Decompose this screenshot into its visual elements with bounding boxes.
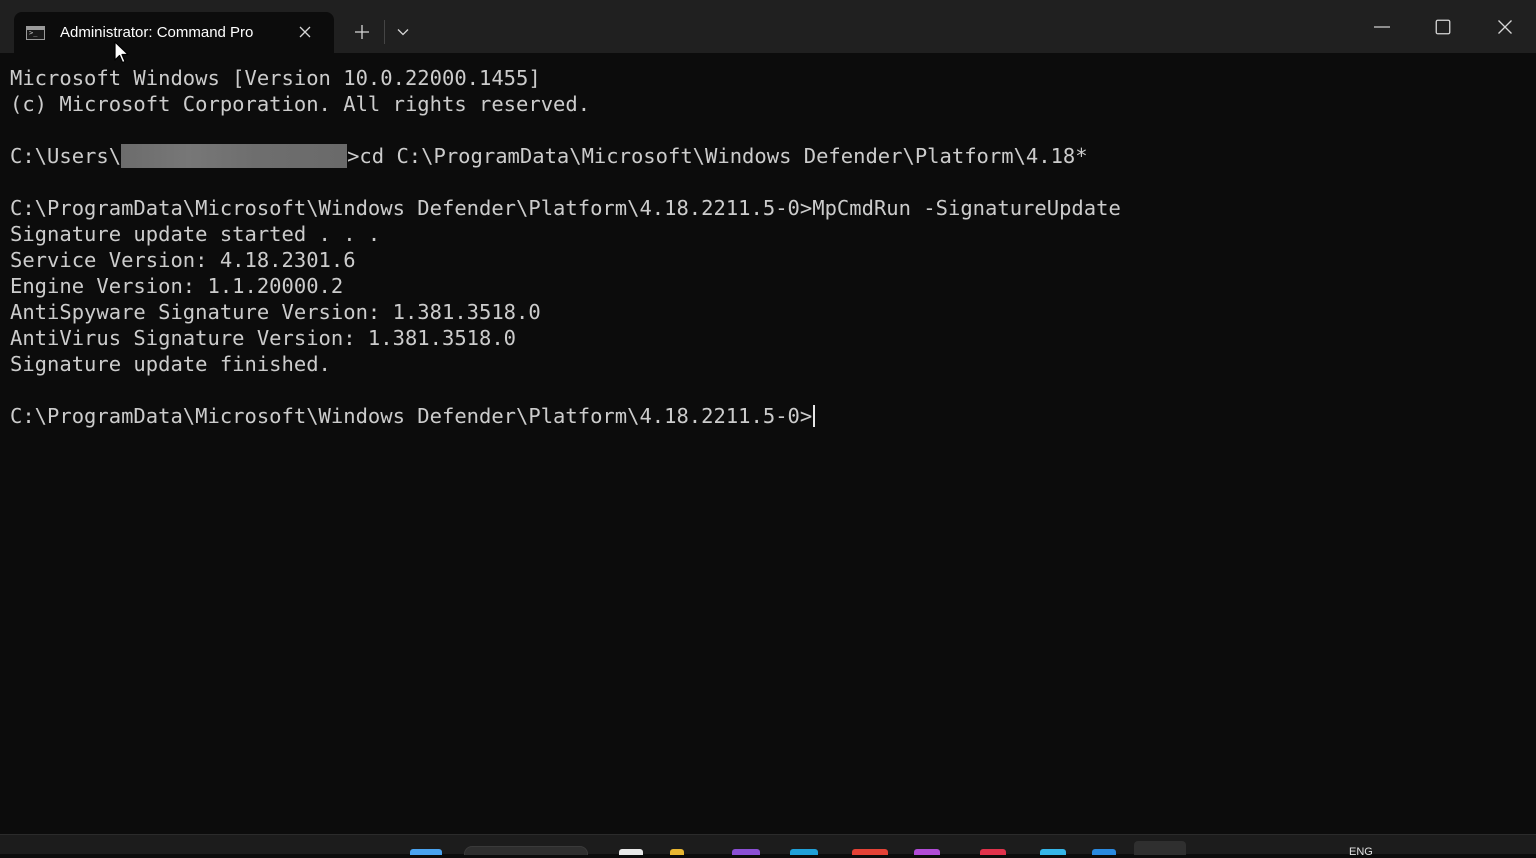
tab-dropdown-button[interactable] xyxy=(392,20,414,44)
console-line: Signature update started . . . xyxy=(10,222,381,246)
console-line: C:\ProgramData\Microsoft\Windows Defende… xyxy=(10,196,1121,220)
app-icon[interactable] xyxy=(732,849,760,855)
console-line: Signature update finished. xyxy=(10,352,331,376)
app-icon[interactable] xyxy=(1092,849,1116,855)
console-line: Service Version: 4.18.2301.6 xyxy=(10,248,356,272)
file-explorer-icon[interactable] xyxy=(670,849,684,855)
console-prompt: C:\ProgramData\Microsoft\Windows Defende… xyxy=(10,404,813,428)
console-prompt-line[interactable]: C:\ProgramData\Microsoft\Windows Defende… xyxy=(10,403,1520,429)
console-line: AntiVirus Signature Version: 1.381.3518.… xyxy=(10,326,517,350)
tab-command-prompt[interactable]: Administrator: Command Pro xyxy=(14,12,334,53)
cd-command: >cd C:\ProgramData\Microsoft\Windows Def… xyxy=(347,144,1088,168)
taskbar: ENG xyxy=(0,834,1536,858)
close-icon xyxy=(1498,20,1512,34)
title-bar[interactable]: Administrator: Command Pro xyxy=(0,0,1536,53)
text-caret xyxy=(813,405,816,427)
console-line: AntiSpyware Signature Version: 1.381.351… xyxy=(10,300,541,324)
close-icon xyxy=(299,26,311,38)
close-tab-button[interactable] xyxy=(295,22,315,42)
minimize-icon xyxy=(1374,26,1390,28)
chevron-down-icon xyxy=(397,29,409,36)
app-icon[interactable] xyxy=(914,849,940,855)
cd-prefix: C:\Users\ xyxy=(10,144,122,168)
app-icon[interactable] xyxy=(980,849,1006,855)
tab-title: Administrator: Command Pro xyxy=(60,24,254,41)
terminal-window: Administrator: Command Pro xyxy=(0,0,1536,834)
app-icon[interactable] xyxy=(1040,849,1066,855)
terminal-taskbar-icon[interactable] xyxy=(1134,841,1186,855)
chrome-icon[interactable] xyxy=(852,849,888,855)
command-prompt-icon xyxy=(26,26,45,40)
tab-separator xyxy=(384,20,385,44)
plus-icon xyxy=(355,25,369,39)
edge-icon[interactable] xyxy=(790,849,818,855)
console-line: Engine Version: 1.1.20000.2 xyxy=(10,274,344,298)
maximize-icon xyxy=(1435,19,1451,35)
close-window-button[interactable] xyxy=(1482,6,1528,48)
console-output[interactable]: Microsoft Windows [Version 10.0.22000.14… xyxy=(10,65,1520,825)
new-tab-button[interactable] xyxy=(350,20,374,44)
language-indicator[interactable]: ENG xyxy=(1349,847,1373,858)
minimize-button[interactable] xyxy=(1359,6,1405,48)
mouse-pointer-icon xyxy=(114,41,129,64)
console-line: (c) Microsoft Corporation. All rights re… xyxy=(10,92,591,116)
task-view-icon[interactable] xyxy=(619,849,643,855)
start-icon[interactable] xyxy=(410,849,442,855)
console-line: Microsoft Windows [Version 10.0.22000.14… xyxy=(10,66,541,90)
maximize-button[interactable] xyxy=(1420,6,1466,48)
redacted-username xyxy=(121,144,348,168)
console-line-cd-command: C:\Users\ >cd C:\ProgramData\Microsoft\Wi… xyxy=(10,143,1520,169)
